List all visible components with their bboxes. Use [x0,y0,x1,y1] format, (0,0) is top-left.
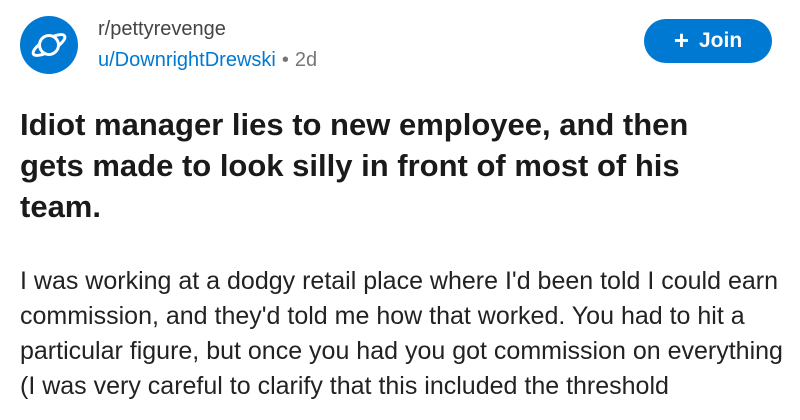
post-header: r/pettyrevenge u/DownrightDrewski • 2d + J… [20,14,780,78]
plus-icon: + [673,25,689,55]
post-age: 2d [294,49,318,71]
post-title: Idiot manager lies to new employee, and … [20,107,689,224]
subreddit-avatar[interactable] [20,16,78,74]
join-label: Join [699,29,743,52]
subreddit-name[interactable]: r/pettyrevenge [98,18,226,41]
post-meta: u/DownrightDrewski • 2d [98,49,317,72]
meta-separator: • [281,49,289,71]
author-link[interactable]: u/DownrightDrewski [98,49,276,71]
join-button[interactable]: + Join [644,19,772,63]
post-body: I was working at a dodgy retail place wh… [20,267,783,400]
planet-icon [31,33,67,57]
